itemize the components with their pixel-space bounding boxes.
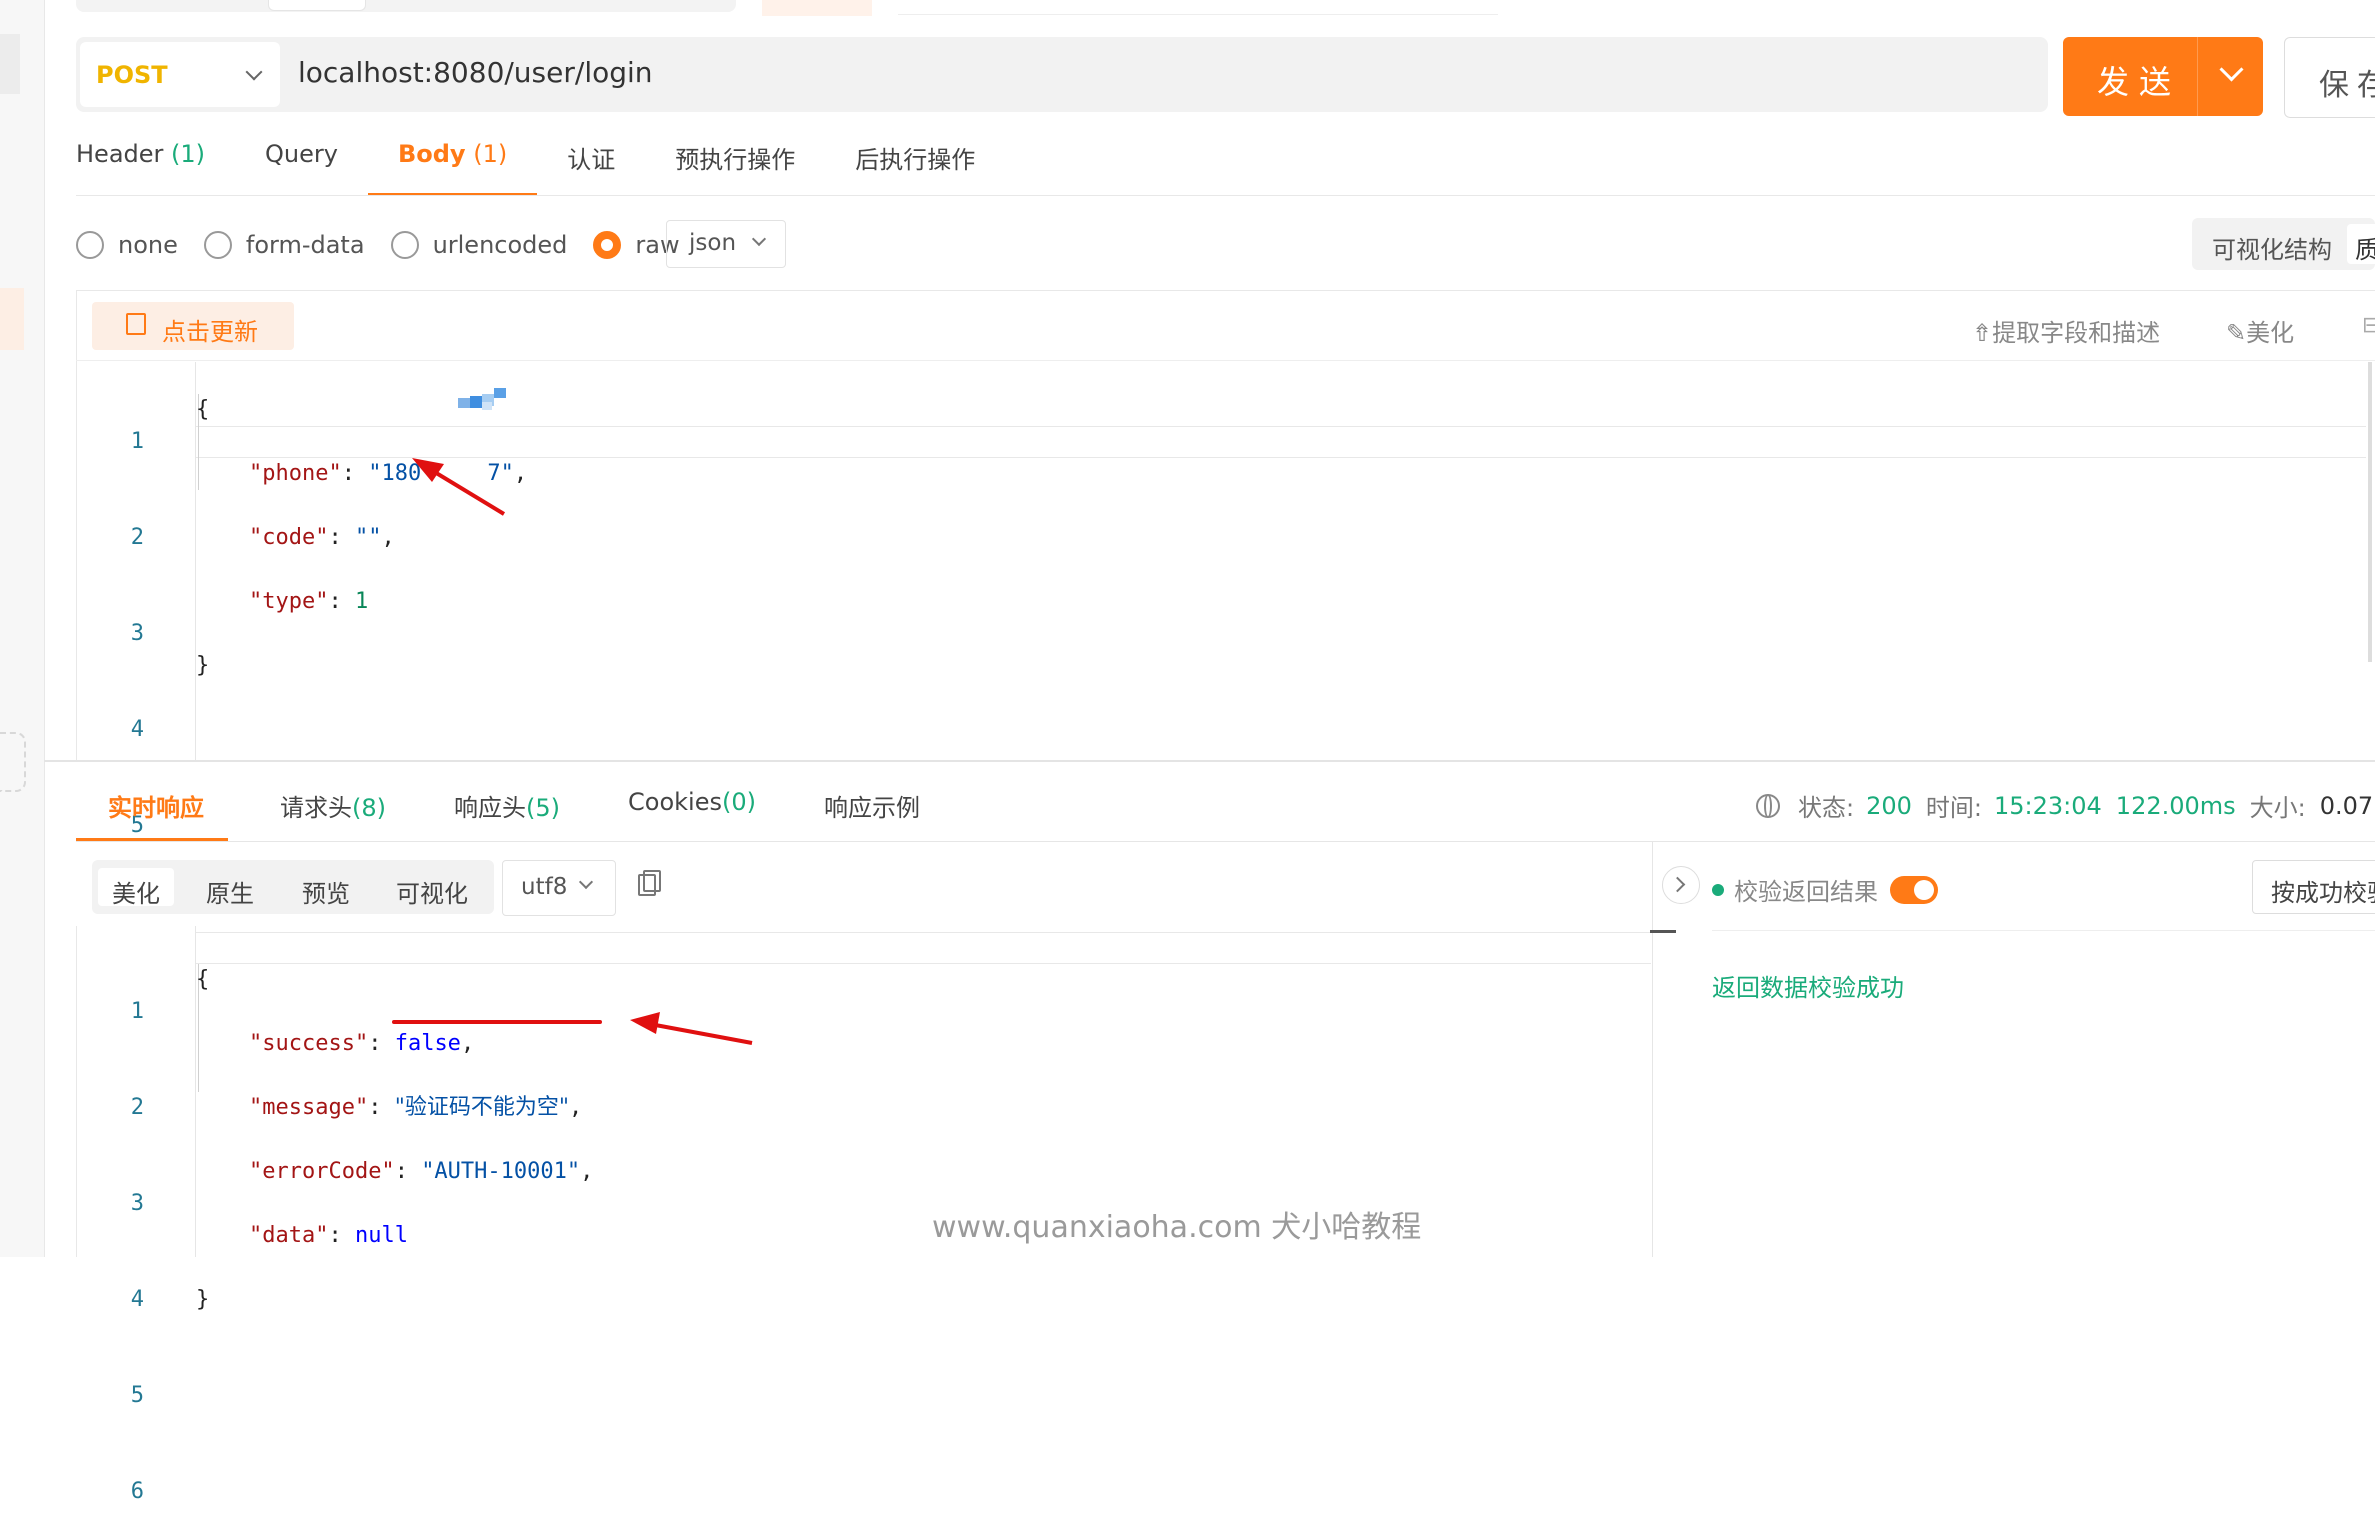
annotation-arrow-response bbox=[630, 1012, 753, 1045]
watermark: www.quanxiaoha.com 犬小哈教程 bbox=[932, 1210, 1422, 1245]
json-brace: } bbox=[196, 1287, 210, 1312]
annotation-arrows bbox=[412, 458, 753, 1045]
annotation-arrow-request bbox=[412, 458, 506, 516]
line-number: 5 bbox=[130, 1383, 144, 1408]
line-number: 6 bbox=[130, 1479, 144, 1504]
line-number: 4 bbox=[130, 1287, 144, 1312]
